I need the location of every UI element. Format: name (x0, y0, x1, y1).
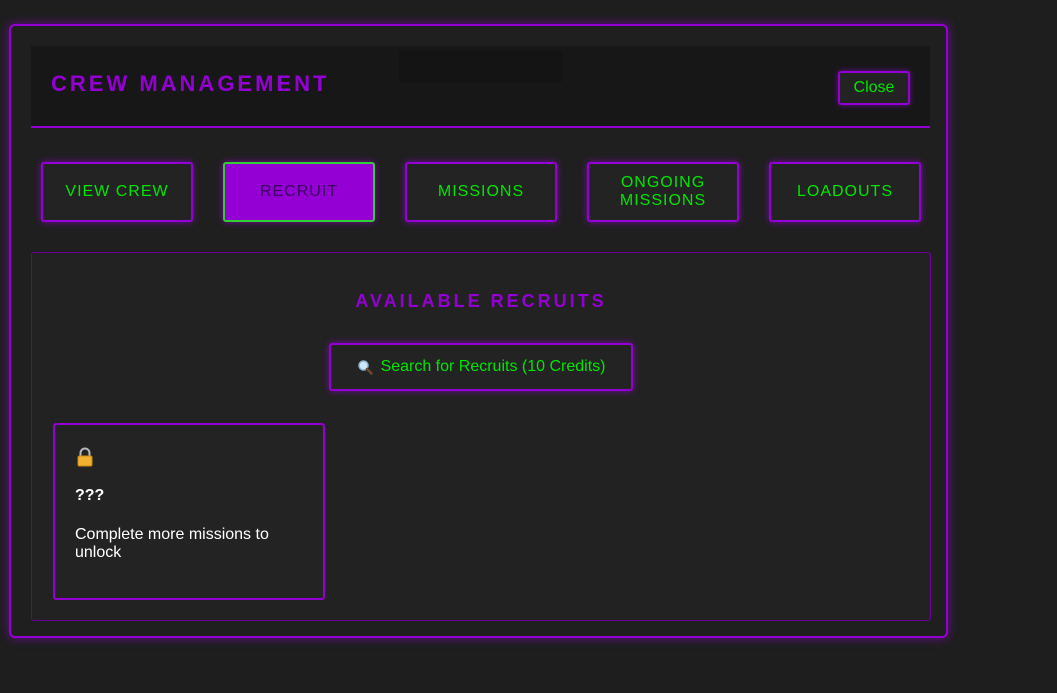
tab-loadouts[interactable]: LOADOUTS (769, 162, 921, 222)
lock-icon (77, 447, 93, 467)
tab-recruit[interactable]: RECRUIT (223, 162, 375, 222)
close-button[interactable]: Close (838, 71, 910, 105)
crew-management-modal: CREW MANAGEMENT Close VIEW CREW RECRUIT … (9, 24, 948, 638)
search-recruits-label: Search for Recruits (10 Credits) (380, 358, 606, 375)
tab-missions[interactable]: MISSIONS (405, 162, 557, 222)
recruits-panel: AVAILABLE RECRUITS Search for Recruits (… (31, 252, 931, 621)
recruit-name: ??? (75, 487, 105, 504)
tab-bar: VIEW CREW RECRUIT MISSIONS ONGOING MISSI… (41, 162, 921, 222)
tab-ongoing-missions[interactable]: ONGOING MISSIONS (587, 162, 739, 222)
magnifier-icon (357, 360, 373, 375)
modal-title: CREW MANAGEMENT (51, 71, 330, 96)
search-recruits-button[interactable]: Search for Recruits (10 Credits) (329, 343, 633, 391)
tab-view-crew[interactable]: VIEW CREW (41, 162, 193, 222)
modal-header: CREW MANAGEMENT Close (31, 46, 930, 128)
header-decoration (399, 50, 563, 82)
recruit-card-locked[interactable]: ??? Complete more missions to unlock (53, 423, 325, 600)
recruits-title: AVAILABLE RECRUITS (355, 291, 607, 311)
recruit-description: Complete more missions to unlock (75, 526, 269, 561)
